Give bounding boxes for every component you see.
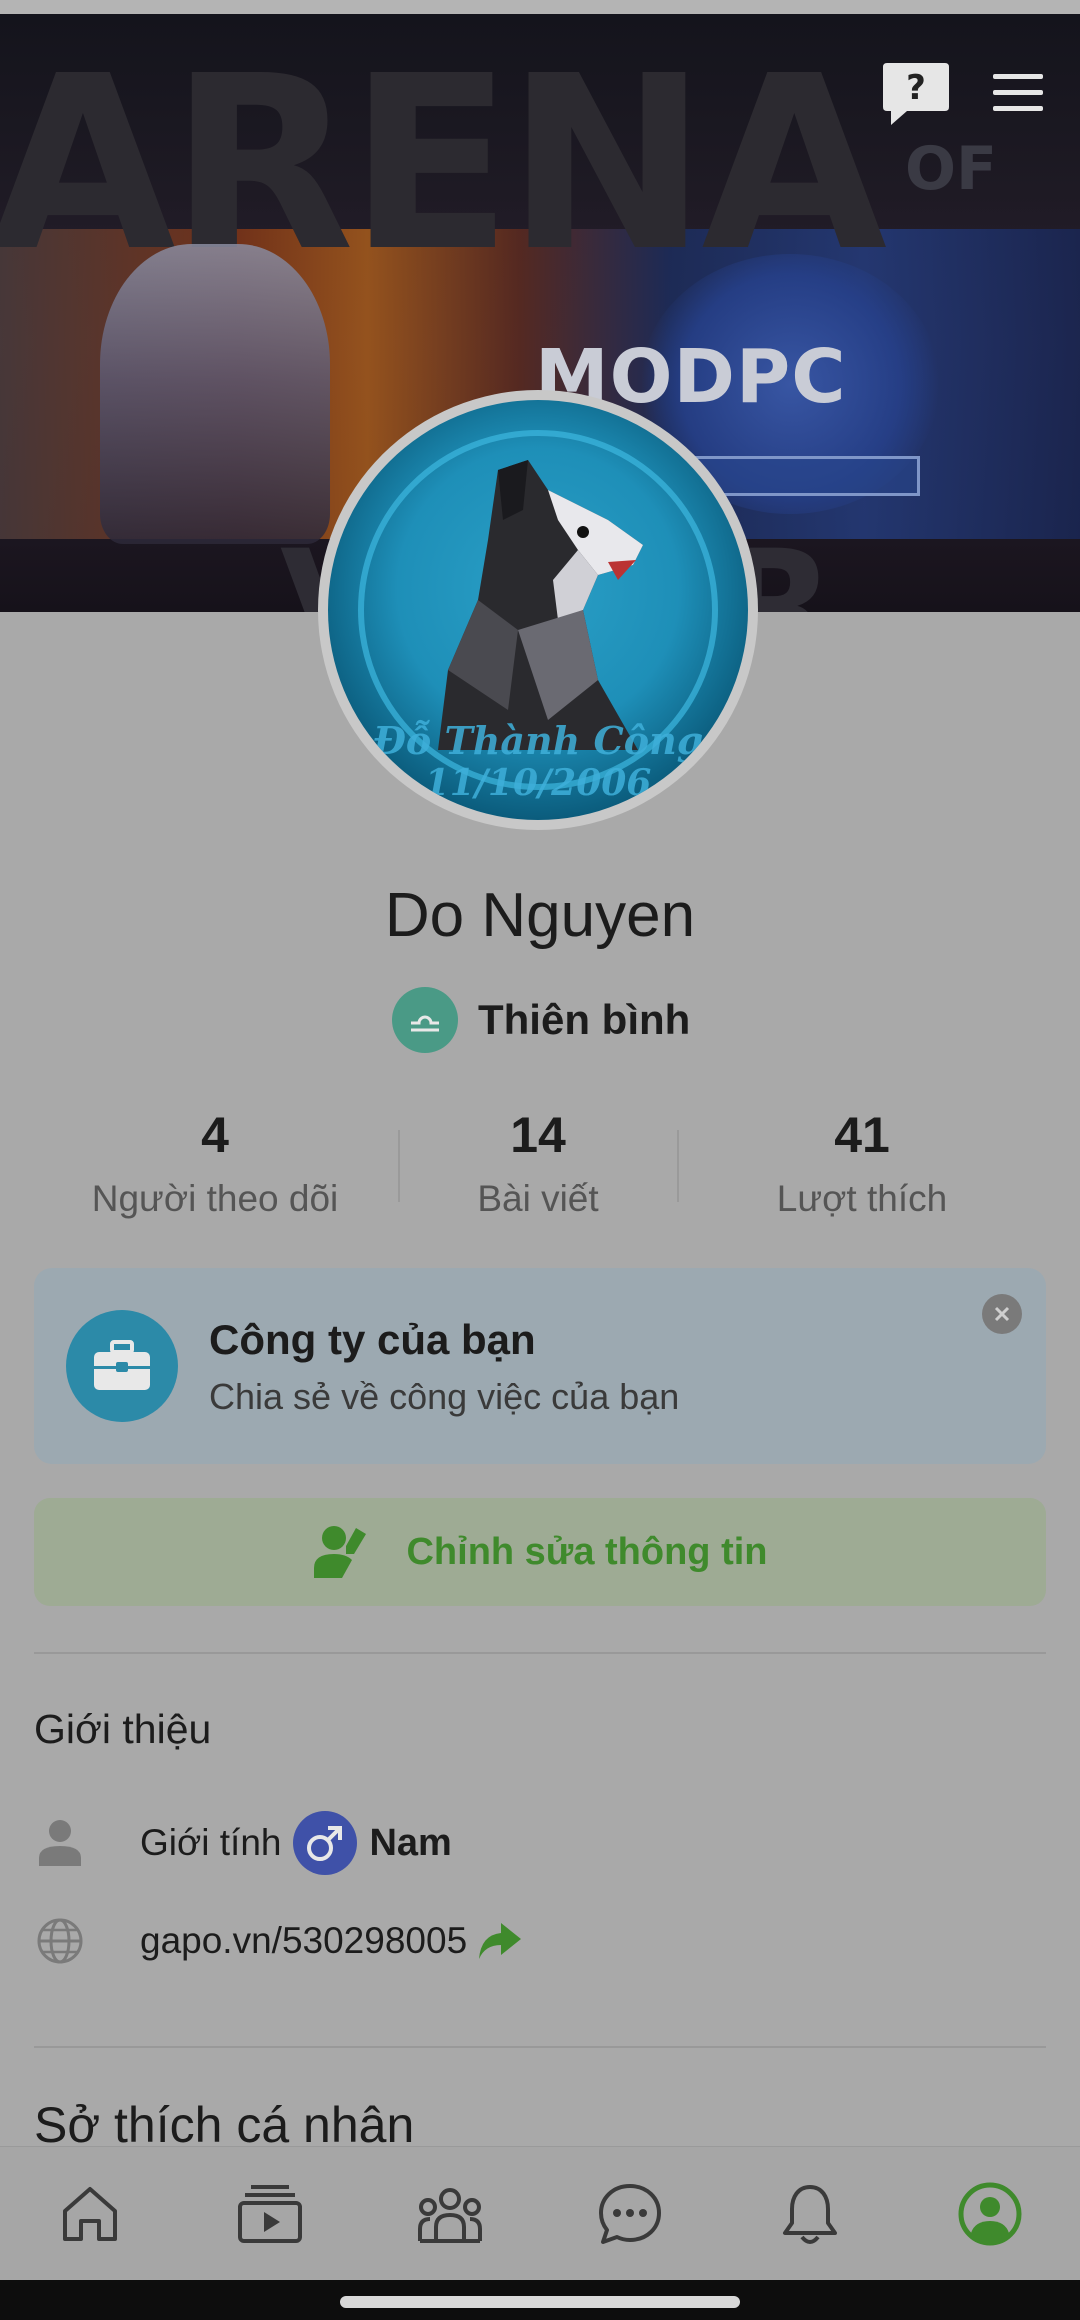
intro-section-title: Giới thiệu [34, 1706, 212, 1752]
profile-link-text[interactable]: gapo.vn/530298005 [140, 1920, 467, 1962]
section-divider [34, 1652, 1046, 1654]
nav-profile[interactable] [945, 2169, 1035, 2259]
edit-profile-label: Chỉnh sửa thông tin [406, 1530, 768, 1573]
avatar-caption-name: Đỗ Thành Công [372, 718, 704, 763]
bell-icon [783, 2185, 837, 2244]
gender-value: Nam [369, 1821, 452, 1864]
share-arrow-icon[interactable] [475, 1919, 523, 1963]
close-icon[interactable] [982, 1294, 1022, 1334]
male-symbol-icon [293, 1811, 358, 1875]
stat-followers-label: Người theo dõi [91, 1178, 339, 1219]
stat-divider [677, 1130, 679, 1202]
profile-link-row[interactable]: gapo.vn/530298005 [34, 1906, 523, 1976]
dog-illustration [438, 460, 643, 750]
stat-posts[interactable]: 14 Bài viết [378, 1100, 698, 1220]
profile-name: Do Nguyen [384, 881, 696, 950]
question-bubble-icon: ? [883, 63, 949, 125]
section-divider [34, 2046, 1046, 2048]
stat-followers-value: 4 [201, 1107, 229, 1163]
briefcase-icon [66, 1310, 178, 1422]
cover-of-text: OF [905, 134, 997, 204]
company-card-title: Công ty của bạn [209, 1316, 536, 1363]
avatar-caption-date: 11/10/2006 [424, 762, 652, 804]
libra-icon [392, 987, 458, 1053]
nav-video[interactable] [225, 2169, 315, 2259]
nav-notifications[interactable] [765, 2169, 855, 2259]
hamburger-menu-icon [993, 74, 1043, 111]
nav-chat[interactable] [585, 2169, 675, 2259]
stat-likes[interactable]: 41 Lượt thích [702, 1100, 1022, 1220]
company-card[interactable]: Công ty của bạn Chia sẻ về công việc của… [34, 1268, 1046, 1464]
zodiac-label: Thiên bình [478, 996, 691, 1043]
cover-brand-bar [690, 456, 920, 496]
home-icon [63, 2187, 117, 2241]
nav-home[interactable] [45, 2169, 135, 2259]
globe-icon [34, 1915, 86, 1967]
gender-row: Giới tính Nam [34, 1808, 452, 1878]
profile-icon [958, 2182, 1022, 2246]
gesture-area [0, 2280, 1080, 2320]
avatar-image: Đỗ Thành Công 11/10/2006 [328, 400, 748, 820]
stat-posts-value: 14 [510, 1107, 566, 1163]
stat-posts-label: Bài viết [477, 1178, 599, 1219]
stat-likes-label: Lượt thích [776, 1178, 948, 1219]
edit-profile-button[interactable]: Chỉnh sửa thông tin [34, 1498, 1046, 1606]
cover-hero-figure [100, 244, 330, 544]
menu-button[interactable] [982, 62, 1054, 122]
zodiac-badge: Thiên bình [392, 986, 690, 1054]
home-gesture-bar[interactable] [340, 2296, 740, 2308]
stat-followers[interactable]: 4 Người theo dõi [55, 1100, 375, 1220]
groups-icon [418, 2188, 482, 2243]
stat-likes-value: 41 [834, 1107, 890, 1163]
person-icon [34, 1817, 86, 1869]
bottom-navigation [0, 2146, 1080, 2280]
user-edit-icon [314, 1526, 367, 1578]
profile-stats: 4 Người theo dõi 14 Bài viết 41 Lượt thí… [0, 1100, 1080, 1240]
chat-icon [599, 2184, 661, 2244]
nav-groups[interactable] [405, 2169, 495, 2259]
help-button[interactable]: ? [880, 58, 952, 128]
status-bar [0, 0, 1080, 14]
avatar[interactable]: Đỗ Thành Công 11/10/2006 [318, 390, 758, 830]
gender-label: Giới tính [140, 1822, 282, 1863]
svg-text:?: ? [906, 68, 926, 108]
company-card-subtitle: Chia sẻ về công việc của bạn [209, 1376, 680, 1417]
video-icon [238, 2185, 302, 2243]
